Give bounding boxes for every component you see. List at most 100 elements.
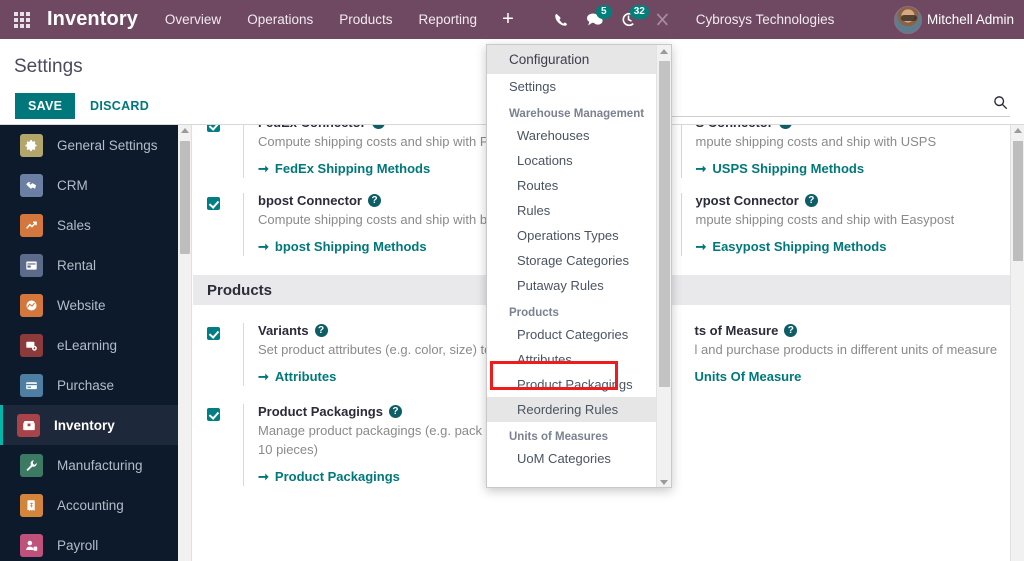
setting-description: l and purchase products in different uni…: [694, 342, 998, 357]
sidebar-item-rental[interactable]: Rental: [0, 245, 178, 285]
avatar: [893, 5, 922, 34]
bpost-checkbox[interactable]: [207, 197, 220, 210]
dropdown-item-attributes[interactable]: Attributes: [487, 347, 658, 372]
scrollbar-thumb[interactable]: [1013, 141, 1023, 261]
dropdown-item-uom-categories[interactable]: UoM Categories: [487, 446, 658, 471]
sidebar-label: Rental: [57, 257, 97, 273]
help-icon[interactable]: ?: [804, 194, 818, 207]
app-brand-inventory[interactable]: Inventory: [47, 8, 138, 31]
messages-badge: 5: [595, 5, 612, 19]
dropdown-list: Configuration Settings Warehouse Managem…: [487, 45, 658, 471]
sidebar-item-payroll[interactable]: Payroll: [0, 525, 178, 561]
product-packagings-checkbox[interactable]: [207, 408, 220, 421]
sidebar-label: Payroll: [57, 537, 99, 553]
invoice-icon: [20, 493, 43, 517]
apps-grid-icon[interactable]: [9, 0, 35, 39]
scrollbar-thumb[interactable]: [180, 141, 190, 254]
arrow-right-icon: ➞: [258, 469, 269, 484]
nav-add-button[interactable]: +: [490, 0, 526, 39]
user-name: Mitchell Admin: [926, 12, 1014, 27]
scroll-up-icon[interactable]: [660, 49, 668, 54]
card-icon: [20, 373, 43, 397]
shipping-right-column: S Connector ? mpute shipping costs and s…: [644, 125, 1011, 267]
dropdown-item-reordering-rules[interactable]: Reordering Rules: [487, 397, 658, 422]
dropdown-item-warehouses[interactable]: Warehouses: [487, 123, 658, 148]
help-icon[interactable]: ?: [314, 324, 328, 337]
nav-item-products[interactable]: Products: [326, 0, 405, 39]
scrollbar-thumb[interactable]: [659, 61, 670, 387]
help-icon[interactable]: ?: [388, 405, 402, 418]
wrench-icon: [20, 453, 43, 477]
page-title: Settings: [14, 56, 83, 77]
dropdown-item-product-categories[interactable]: Product Categories: [487, 322, 658, 347]
dropdown-group-warehouse-management: Warehouse Management: [509, 108, 645, 120]
dropdown-item-putaway-rules[interactable]: Putaway Rules: [487, 273, 658, 298]
sidebar-item-purchase[interactable]: Purchase: [0, 365, 178, 405]
sidebar-item-accounting[interactable]: Accounting: [0, 485, 178, 525]
discard-button[interactable]: DISCARD: [80, 93, 159, 119]
nav-item-reporting[interactable]: Reporting: [406, 0, 491, 39]
arrow-right-icon: ➞: [258, 239, 269, 254]
variants-checkbox[interactable]: [207, 327, 220, 340]
dropdown-group-products: Products: [509, 307, 559, 319]
easypost-shipping-methods-link[interactable]: ➞ Easypost Shipping Methods: [696, 239, 887, 255]
sidebar-item-crm[interactable]: CRM: [0, 165, 178, 205]
sidebar-item-inventory[interactable]: Inventory: [0, 405, 178, 445]
dropdown-item-routes[interactable]: Routes: [487, 173, 658, 198]
arrow-right-icon: ➞: [258, 369, 269, 384]
sidebar-item-general-settings[interactable]: General Settings: [0, 125, 178, 165]
bpost-shipping-methods-link[interactable]: ➞ bpost Shipping Methods: [258, 239, 427, 255]
fedex-shipping-methods-link[interactable]: ➞ FedEx Shipping Methods: [258, 161, 430, 177]
search-bar[interactable]: [660, 89, 1010, 117]
sidebar-item-manufacturing[interactable]: Manufacturing: [0, 445, 178, 485]
debug-tools-icon[interactable]: [646, 0, 680, 39]
configuration-dropdown-menu[interactable]: Configuration Settings Warehouse Managem…: [486, 44, 672, 488]
nav-item-operations[interactable]: Operations: [234, 0, 326, 39]
search-icon[interactable]: [993, 95, 1008, 110]
activities-clock-icon[interactable]: 32: [612, 0, 649, 39]
help-icon[interactable]: ?: [778, 125, 792, 129]
scroll-up-icon[interactable]: [181, 128, 189, 133]
setting-easypost-connector: ypost Connector ? mpute shipping costs a…: [644, 189, 1011, 256]
sidebar-label: General Settings: [57, 137, 158, 153]
user-menu[interactable]: Mitchell Admin: [893, 5, 1014, 34]
setting-description: Manage product packagings (e.g. pack of …: [258, 423, 497, 457]
help-icon[interactable]: ?: [784, 324, 798, 337]
product-packagings-link[interactable]: ➞ Product Packagings: [258, 469, 400, 485]
scroll-up-icon[interactable]: [1014, 128, 1022, 133]
usps-shipping-methods-link[interactable]: ➞ USPS Shipping Methods: [696, 161, 865, 177]
setting-title: ts of Measure ?: [695, 323, 1011, 338]
phone-icon[interactable]: [544, 0, 578, 39]
fedex-checkbox[interactable]: [207, 125, 220, 132]
dropdown-scrollbar[interactable]: [656, 45, 671, 487]
top-navbar: Inventory Overview Operations Products R…: [0, 0, 1024, 39]
setting-description: mpute shipping costs and ship with Easyp…: [695, 212, 955, 227]
sidebar-item-website[interactable]: Website: [0, 285, 178, 325]
help-icon[interactable]: ?: [371, 125, 385, 129]
attributes-link[interactable]: ➞ Attributes: [258, 369, 336, 385]
units-of-measure-link[interactable]: Units Of Measure: [695, 369, 802, 384]
save-button[interactable]: SAVE: [15, 93, 76, 119]
search-input[interactable]: [660, 90, 987, 115]
nav-item-overview[interactable]: Overview: [152, 0, 234, 39]
handshake-icon: [20, 173, 43, 197]
page-scrollbar[interactable]: [1010, 125, 1024, 561]
messages-icon[interactable]: 5: [578, 0, 612, 39]
dropdown-item-rules[interactable]: Rules: [487, 198, 658, 223]
gear-icon: [20, 133, 43, 157]
help-icon[interactable]: ?: [368, 194, 381, 207]
sidebar-label: Manufacturing: [57, 457, 143, 473]
company-name[interactable]: Cybrosys Technologies: [696, 12, 835, 27]
scroll-down-icon[interactable]: [660, 480, 668, 485]
dropdown-item-locations[interactable]: Locations: [487, 148, 658, 173]
sidebar-scrollbar[interactable]: [178, 125, 192, 561]
chart-line-icon: [20, 213, 43, 237]
sidebar-item-elearning[interactable]: eLearning: [0, 325, 178, 365]
sidebar-item-sales[interactable]: Sales: [0, 205, 178, 245]
dropdown-item-operations-types[interactable]: Operations Types: [487, 223, 658, 248]
dropdown-item-storage-categories[interactable]: Storage Categories: [487, 248, 658, 273]
settings-sidebar[interactable]: General Settings CRM Sales Rental Websit: [0, 125, 178, 561]
dropdown-item-product-packagings[interactable]: Product Packagings: [487, 372, 658, 397]
dropdown-item-settings[interactable]: Settings: [487, 74, 658, 99]
section-title: Products: [207, 281, 273, 299]
